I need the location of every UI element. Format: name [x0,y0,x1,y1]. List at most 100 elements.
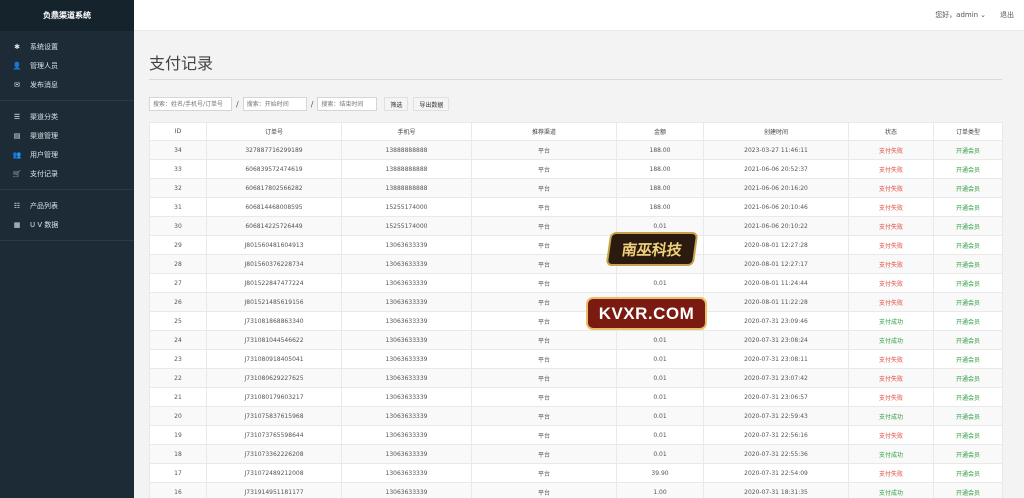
table-cell: 开通会员 [933,311,1003,331]
table-cell: 平台 [471,368,617,388]
table-row[interactable]: 18 J731073362226208 13063633339 平台 0.01 2020-… [149,444,1003,464]
brand-title: 负鼎渠道系统 [0,0,134,31]
start-time-input[interactable] [242,97,307,111]
payment-table: ID 订单号 手机号 推荐渠道 金额 创建时间 状态 订单类型 34 3278877162991… [149,122,1003,498]
watermark-logo: 南巫科技 [605,232,699,266]
table-cell: 2021-06-06 20:16:20 [703,178,849,198]
table-cell: J731080179603217 [206,387,342,407]
sidebar-item[interactable]: ✉ 发布消息 [0,75,134,94]
table-cell: 31 [149,197,207,217]
sidebar-item[interactable]: 👥 用户管理 [0,145,134,164]
table-cell: 24 [149,330,207,350]
table-row[interactable]: 29J80156048160491313063633339平台0.012020-… [149,235,1003,255]
table-cell: 13888888888 [341,140,472,160]
user-greeting: 您好，admin [935,11,979,19]
filter-separator: / [236,99,239,109]
table-cell: 2021-06-06 20:10:22 [703,216,849,236]
table-row[interactable]: 25J73108186886334013063633339平台0.012020-… [149,311,1003,331]
table-cell: 13063633339 [341,254,472,274]
table-cell: 13063633339 [341,368,472,388]
sidebar-item-label: 系统设置 [30,42,58,51]
user-icon: 👤 [12,61,22,70]
table-cell: J731914951181177 [206,482,342,498]
sidebar-item[interactable]: ☷ 产品列表 [0,196,134,215]
table-cell: 支付失败 [848,273,934,293]
column-header: 状态 [848,122,934,141]
table-row[interactable]: 31 606814468008595 15255174000 平台 188.00 2021… [149,197,1003,217]
table-row[interactable]: 34 327887716299189 13888888888 平台 188.00 2023… [149,140,1003,160]
table-cell: 2020-07-31 23:07:42 [703,368,849,388]
table-row[interactable]: 23 J731080918405041 13063633339 平台 0.01 2020-… [149,349,1003,369]
table-cell: 13063633339 [341,311,472,331]
user-menu[interactable]: 您好，admin ⌄ [935,10,986,20]
table-cell: 2020-08-01 11:24:44 [703,273,849,293]
sidebar-item[interactable]: 🛒 支付记录 [0,164,134,183]
sidebar-item[interactable]: ▦ U V 数据 [0,215,134,234]
table-cell: 平台 [471,254,617,274]
column-header: 订单号 [206,122,342,141]
table-row[interactable]: 24 J731081044546622 13063633339 平台 0.01 2020-… [149,330,1003,350]
table-cell: 平台 [471,273,617,293]
table-cell: 0.01 [616,273,704,293]
table-row[interactable]: 20 J731075837615968 13063633339 平台 0.01 2020-… [149,406,1003,426]
table-cell: 0.01 [616,368,704,388]
table-row[interactable]: 32 606817802566282 13888888888 平台 188.00 2021… [149,178,1003,198]
table-cell: J731073362226208 [206,444,342,464]
table-cell: 16 [149,482,207,498]
list-icon: ☰ [13,112,21,121]
filter-button[interactable]: 筛选 [384,97,409,111]
table-cell: 17 [149,463,207,483]
table-row[interactable]: 27 J801522847477224 13063633339 平台 0.01 2020-… [149,273,1003,293]
table-cell: J801522847477224 [206,273,342,293]
table-row[interactable]: 19 J731073765598644 13063633339 平台 0.01 2020-… [149,425,1003,445]
table-row[interactable]: 16 J731914951181177 13063633339 平台 1.00 2020-… [149,482,1003,498]
table-cell: 15255174000 [341,216,472,236]
table-cell: 39.90 [616,463,704,483]
sidebar-item[interactable]: 👤 管理人员 [0,56,134,75]
nav-group: ✱ 系统设置 👤 管理人员 ✉ 发布消息 [0,31,134,101]
table-row[interactable]: 22 J731080629227625 13063633339 平台 0.01 2020-… [149,368,1003,388]
table-cell: 开通会员 [933,482,1003,498]
table-cell: 支付失败 [848,349,934,369]
table-cell: 开通会员 [933,330,1003,350]
keyword-search-input[interactable] [149,97,232,111]
table-row[interactable]: 17 J731072489212008 13063633339 平台 39.90 2020… [149,463,1003,483]
table-row[interactable]: 33 606839572474619 13888888888 平台 188.00 2021… [149,159,1003,179]
table-cell: 平台 [471,330,617,350]
table-cell: 19 [149,425,207,445]
table-row[interactable]: 21 J731080179603217 13063633339 平台 0.01 2020-… [149,387,1003,407]
table-cell: 18 [149,444,207,464]
table-cell: 2020-07-31 23:08:24 [703,330,849,350]
sidebar-item-label: 渠道分类 [30,112,58,121]
table-cell: 开通会员 [933,444,1003,464]
table-cell: 平台 [471,387,617,407]
export-button[interactable]: 导出数据 [413,97,450,111]
table-row[interactable]: 26J80152148561915613063633339平台0.012020-… [149,292,1003,312]
table-cell: 平台 [471,463,617,483]
column-header: 订单类型 [933,122,1003,141]
table-cell: 平台 [471,425,617,445]
table-cell: 平台 [471,159,617,179]
table-cell: 13063633339 [341,387,472,407]
column-header: 金额 [616,122,704,141]
end-time-input[interactable] [317,97,378,111]
logout-link[interactable]: 退出 [1000,10,1014,20]
table-cell: 2020-07-31 23:06:57 [703,387,849,407]
sidebar-item[interactable]: ✱ 系统设置 [0,37,134,56]
table-cell: 327887716299189 [206,140,342,160]
sidebar-item-label: 发布消息 [30,80,58,89]
cart-icon: 🛒 [12,169,22,178]
table-cell: 188.00 [616,140,704,160]
table-cell: 25 [149,311,207,331]
nav-group: ☰ 渠道分类 ▤ 渠道管理 👥 用户管理 🛒 支付记录 [0,101,134,190]
table-cell: 平台 [471,140,617,160]
sidebar-item[interactable]: ☰ 渠道分类 [0,107,134,126]
table-cell: 2020-08-01 12:27:17 [703,254,849,274]
table-cell: 27 [149,273,207,293]
table-row[interactable]: 30 606814225726449 15255174000 平台 0.01 2021-0… [149,216,1003,236]
table-cell: 支付失败 [848,197,934,217]
table-cell: 2020-08-01 11:22:28 [703,292,849,312]
sidebar-item[interactable]: ▤ 渠道管理 [0,126,134,145]
table-cell: 支付成功 [848,482,934,498]
table-row[interactable]: 28J80156037622873413063633339平台0.012020-… [149,254,1003,274]
